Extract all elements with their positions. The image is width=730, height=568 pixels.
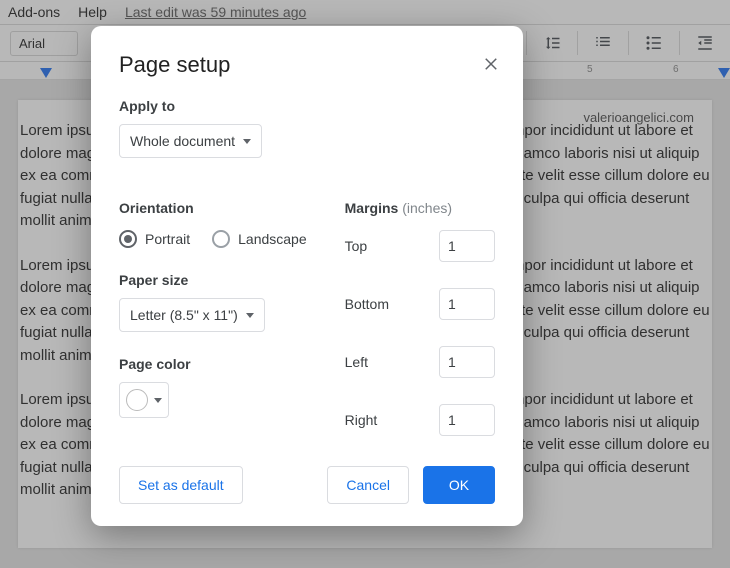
- page-setup-dialog: Page setup Apply to Whole document Orien…: [91, 26, 523, 526]
- apply-to-value: Whole document: [130, 133, 235, 149]
- font-select[interactable]: Arial: [10, 31, 78, 56]
- orientation-portrait-radio[interactable]: Portrait: [119, 230, 190, 248]
- set-as-default-button[interactable]: Set as default: [119, 466, 243, 504]
- apply-to-dropdown[interactable]: Whole document: [119, 124, 262, 158]
- margin-bottom-input[interactable]: [439, 288, 495, 320]
- ok-button[interactable]: OK: [423, 466, 495, 504]
- caret-down-icon: [246, 313, 254, 318]
- orientation-landscape-radio[interactable]: Landscape: [212, 230, 307, 248]
- margin-left-label: Left: [345, 354, 368, 370]
- close-button[interactable]: [477, 50, 505, 78]
- toolbar-separator: [679, 31, 680, 55]
- margin-right-label: Right: [345, 412, 378, 428]
- margin-top-label: Top: [345, 238, 368, 254]
- page-color-label: Page color: [119, 356, 307, 372]
- margin-left-input[interactable]: [439, 346, 495, 378]
- toolbar-separator: [526, 31, 527, 55]
- dialog-title: Page setup: [119, 52, 495, 78]
- paper-size-value: Letter (8.5" x 11"): [130, 307, 238, 323]
- color-swatch-icon: [126, 389, 148, 411]
- paper-size-label: Paper size: [119, 272, 307, 288]
- margin-right-input[interactable]: [439, 404, 495, 436]
- orientation-label: Orientation: [119, 200, 307, 216]
- radio-dot-icon: [212, 230, 230, 248]
- menu-addons[interactable]: Add-ons: [8, 4, 60, 20]
- ruler-right-marker-icon[interactable]: [718, 68, 730, 78]
- caret-down-icon: [243, 139, 251, 144]
- margin-bottom-label: Bottom: [345, 296, 389, 312]
- menubar: Add-ons Help Last edit was 59 minutes ag…: [0, 0, 730, 24]
- cancel-button[interactable]: Cancel: [327, 466, 409, 504]
- line-spacing-button[interactable]: [537, 31, 567, 55]
- margin-top-input[interactable]: [439, 230, 495, 262]
- toolbar-separator: [577, 31, 578, 55]
- margins-label: Margins (inches): [345, 200, 495, 216]
- watermark: valerioangelici.com: [583, 108, 694, 128]
- ruler-tick: 6: [673, 64, 679, 75]
- page-color-dropdown[interactable]: [119, 382, 169, 418]
- numbered-list-button[interactable]: [588, 31, 618, 55]
- caret-down-icon: [154, 398, 162, 403]
- radio-dot-icon: [119, 230, 137, 248]
- margins-unit: (inches): [402, 200, 452, 216]
- ruler-left-marker-icon[interactable]: [40, 68, 52, 78]
- toolbar-separator: [628, 31, 629, 55]
- menu-help[interactable]: Help: [78, 4, 107, 20]
- radio-label: Portrait: [145, 231, 190, 247]
- apply-to-label: Apply to: [119, 98, 495, 114]
- decrease-indent-button[interactable]: [690, 31, 720, 55]
- radio-label: Landscape: [238, 231, 307, 247]
- last-edit-link[interactable]: Last edit was 59 minutes ago: [125, 4, 306, 20]
- bulleted-list-button[interactable]: [639, 31, 669, 55]
- paper-size-dropdown[interactable]: Letter (8.5" x 11"): [119, 298, 265, 332]
- ruler-tick: 5: [587, 64, 593, 75]
